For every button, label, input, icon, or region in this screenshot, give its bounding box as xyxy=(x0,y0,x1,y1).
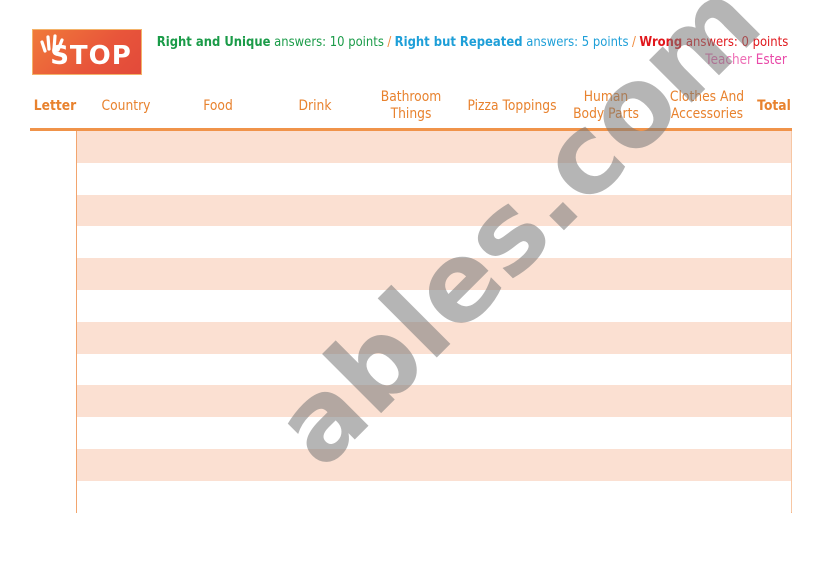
table-row[interactable] xyxy=(77,162,791,195)
table-row[interactable] xyxy=(77,226,791,259)
table-row[interactable] xyxy=(77,480,791,513)
table-row[interactable] xyxy=(77,385,791,418)
table-row[interactable] xyxy=(77,194,791,227)
table-row[interactable] xyxy=(77,321,791,354)
stop-logo: STOP xyxy=(32,29,142,75)
rule-repeated: Right but Repeated answers: 5 points xyxy=(394,34,629,50)
separator: / xyxy=(631,34,636,50)
column-header-drink: Drink xyxy=(298,97,332,114)
scoring-rules: Right and Unique answers: 10 points / Righ… xyxy=(157,34,788,50)
column-header-food: Food xyxy=(203,97,233,114)
table-row[interactable] xyxy=(77,258,791,290)
author-credit: Teacher Ester xyxy=(705,52,787,68)
table-row[interactable] xyxy=(77,353,791,386)
rule-unique: Right and Unique answers: 10 points xyxy=(156,34,384,50)
table-row[interactable] xyxy=(77,131,791,163)
separator: / xyxy=(387,34,391,50)
hand-icon xyxy=(40,34,64,53)
table-row[interactable] xyxy=(77,289,791,322)
column-header-bathroom-things: Bathroom Things xyxy=(380,89,442,122)
table-header: Letter Country Food Drink Bathroom Thing… xyxy=(0,84,821,128)
column-header-country: Country xyxy=(101,97,151,114)
column-header-pizza-toppings: Pizza Toppings xyxy=(467,97,557,114)
column-header-human-body-parts: Human Body Parts xyxy=(573,89,639,122)
answer-table xyxy=(76,131,792,513)
table-row[interactable] xyxy=(77,417,791,449)
column-header-total: Total xyxy=(757,97,791,114)
column-header-letter: Letter xyxy=(33,97,77,114)
rule-wrong: Wrong answers: 0 points xyxy=(639,34,788,50)
table-row[interactable] xyxy=(77,448,791,481)
column-header-clothes-and-accessories: Clothes And Accessories xyxy=(669,89,745,122)
